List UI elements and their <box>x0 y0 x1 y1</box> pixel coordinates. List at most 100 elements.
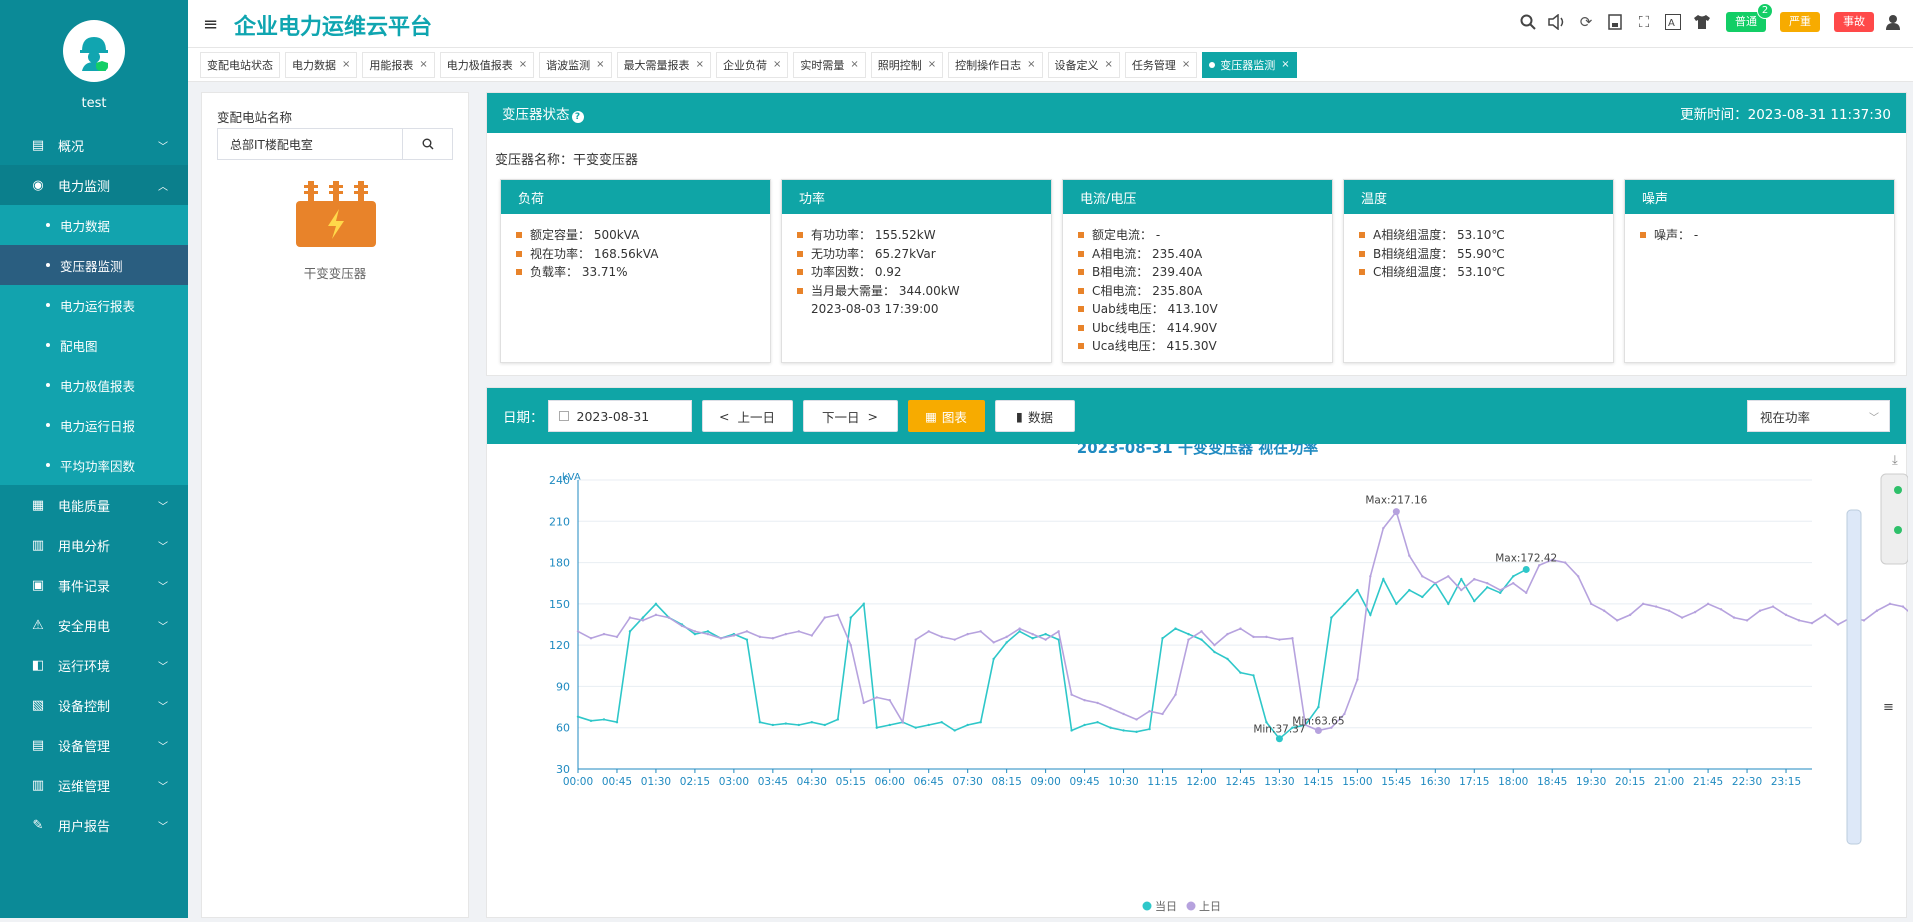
transformer-name[interactable]: 干变变压器 <box>202 263 468 282</box>
search-icon[interactable] <box>1518 12 1538 32</box>
sidebar-item-label: 运行环境 <box>58 659 111 675</box>
tab-11[interactable]: 任务管理 × <box>1124 51 1198 78</box>
data-point <box>719 637 723 640</box>
transformer-icon[interactable] <box>294 179 378 252</box>
status-card-title: 噪声 <box>1625 180 1894 214</box>
refresh-icon[interactable]: ⟳ <box>1576 12 1596 32</box>
tab-5[interactable]: 最大需量报表 × <box>616 51 711 78</box>
speaker-icon[interactable] <box>1547 12 1567 32</box>
status-item: 功率因数： 0.92 <box>797 263 1051 282</box>
close-icon[interactable]: × <box>519 59 527 70</box>
sidebar-subitem-extreme-report[interactable]: 电力极值报表 <box>0 365 188 405</box>
tab-10[interactable]: 设备定义 × <box>1047 51 1120 78</box>
tab-label: 最大需量报表 <box>623 58 690 72</box>
sidebar-item-power-quality[interactable]: ▦ 电能质量 ﹀ <box>0 485 188 525</box>
data-view-label: 数据 <box>1027 409 1053 425</box>
user-icon[interactable] <box>1883 12 1903 32</box>
data-point <box>1512 575 1515 578</box>
tab-3[interactable]: 电力极值报表 × <box>439 51 535 78</box>
sidebar-subitem-power-report[interactable]: 电力运行报表 <box>0 285 188 325</box>
fullscreen-icon[interactable]: ⛶ <box>1634 12 1654 32</box>
sidebar-subitem-transformer-monitoring[interactable]: 变压器监测 <box>0 245 188 285</box>
data-point <box>1693 610 1697 614</box>
data-point <box>979 630 982 633</box>
status-item-text: B相绕组温度： 55.90℃ <box>1373 246 1505 261</box>
hamburger-menu-icon[interactable]: ≡ <box>203 14 218 35</box>
close-icon[interactable]: × <box>850 59 858 70</box>
compass-icon: ◉ <box>32 177 44 193</box>
alarm-serious-badge[interactable]: 严重 <box>1780 12 1820 32</box>
tab-8[interactable]: 照明控制 × <box>870 51 944 78</box>
help-icon[interactable]: ? <box>571 111 584 123</box>
data-point <box>1628 613 1632 617</box>
close-icon[interactable]: × <box>596 59 604 70</box>
data-point <box>992 657 995 661</box>
close-icon[interactable]: × <box>1105 59 1113 70</box>
tab-6[interactable]: 企业负荷 × <box>715 51 789 78</box>
prev-day-button[interactable]: < 上一日 <box>701 400 793 432</box>
status-item-text: 有功功率： 155.52kW <box>811 228 936 242</box>
data-point <box>888 723 891 727</box>
sidebar-item-power-monitoring[interactable]: ◉ 电力监测 ︿ <box>0 165 188 205</box>
sidebar-item-overview[interactable]: ▤ 概况 ﹀ <box>0 125 188 165</box>
data-point <box>1005 641 1008 644</box>
tab-0[interactable]: 变配电站状态 <box>200 51 280 78</box>
tab-1[interactable]: 电力数据 × <box>285 51 358 78</box>
x-tick-label: 09:45 <box>1069 776 1099 788</box>
data-point <box>784 632 788 636</box>
sidebar-item-usage-analysis[interactable]: ▥ 用电分析 ﹀ <box>0 525 188 565</box>
y-tick-label: 60 <box>556 722 570 735</box>
tab-7[interactable]: 实时需量 × <box>793 51 866 78</box>
sidebar-subitem-daily-report[interactable]: 电力运行日报 <box>0 405 188 445</box>
data-point <box>1122 729 1125 732</box>
alarm-normal-badge[interactable]: 普通 2 <box>1726 3 1773 32</box>
theme-shirt-icon[interactable] <box>1692 12 1712 32</box>
next-day-button[interactable]: 下一日 > <box>802 400 898 432</box>
close-icon[interactable]: × <box>1027 59 1035 70</box>
tab-2[interactable]: 用能报表 × <box>362 51 435 78</box>
bullet-icon <box>1078 306 1084 312</box>
close-icon[interactable]: × <box>928 59 936 70</box>
sidebar-subitem-power-data[interactable]: 电力数据 <box>0 205 188 245</box>
chevron-down-icon: ﹀ <box>158 542 168 553</box>
sidebar-item-label: 电力监测 <box>58 179 111 195</box>
close-icon[interactable]: × <box>773 59 781 70</box>
sidebar-item-device-control[interactable]: ▧ 设备控制 ﹀ <box>0 685 188 725</box>
header-toolbar: ⟳ ⛶ A 普通 2 严重 事故 <box>1509 3 1903 32</box>
metric-select[interactable]: 视在功率 ﹀ <box>1747 400 1890 432</box>
x-tick-label: 19:30 <box>1576 776 1606 788</box>
close-icon[interactable]: × <box>419 59 427 70</box>
close-icon[interactable]: × <box>342 59 350 70</box>
close-icon[interactable]: × <box>1281 59 1289 70</box>
sidebar-item-device-management[interactable]: ▤ 设备管理 ﹀ <box>0 725 188 765</box>
avatar[interactable] <box>63 20 125 82</box>
tab-4[interactable]: 谐波监测 × <box>539 51 612 78</box>
status-item-text: 功率因数： 0.92 <box>811 265 902 279</box>
sidebar-item-maintenance[interactable]: ▥ 运维管理 ﹀ <box>0 765 188 805</box>
sidebar-item-environment[interactable]: ◧ 运行环境 ﹀ <box>0 645 188 685</box>
chart-view-button[interactable]: ▦ 图表 <box>907 400 985 432</box>
search-button[interactable] <box>402 129 452 159</box>
station-input[interactable] <box>218 129 402 159</box>
sidebar-subitem-power-factor[interactable]: 平均功率因数 <box>0 445 188 485</box>
tab-label: 企业负荷 <box>722 58 767 72</box>
tab-12[interactable]: 变压器监测 × <box>1202 51 1297 78</box>
save-icon[interactable] <box>1605 12 1625 32</box>
data-point <box>1473 577 1476 581</box>
tab-label: 实时需量 <box>800 58 845 72</box>
font-size-icon[interactable]: A <box>1663 12 1683 32</box>
sidebar-subitem-distribution-diagram[interactable]: 配电图 <box>0 325 188 365</box>
data-point <box>1758 609 1762 612</box>
data-point <box>745 638 749 641</box>
tab-9[interactable]: 控制操作日志 × <box>948 51 1043 78</box>
data-point <box>1862 619 1866 622</box>
close-icon[interactable]: × <box>1182 59 1190 70</box>
sidebar-item-user-report[interactable]: ✎ 用户报告 ﹀ <box>0 805 188 845</box>
date-picker[interactable]: 2023-08-31 <box>547 400 692 432</box>
sidebar-item-event-log[interactable]: ▣ 事件记录 ﹀ <box>0 565 188 605</box>
sidebar-item-safety[interactable]: ⚠ 安全用电 ﹀ <box>0 605 188 645</box>
status-card-body: 有功功率： 155.52kW 无功功率： 65.27kVar 功率因数： 0.92 当… <box>782 214 1051 319</box>
close-icon[interactable]: × <box>696 59 704 70</box>
data-view-button[interactable]: ▮ 数据 <box>994 400 1075 432</box>
alarm-accident-badge[interactable]: 事故 <box>1834 12 1874 32</box>
